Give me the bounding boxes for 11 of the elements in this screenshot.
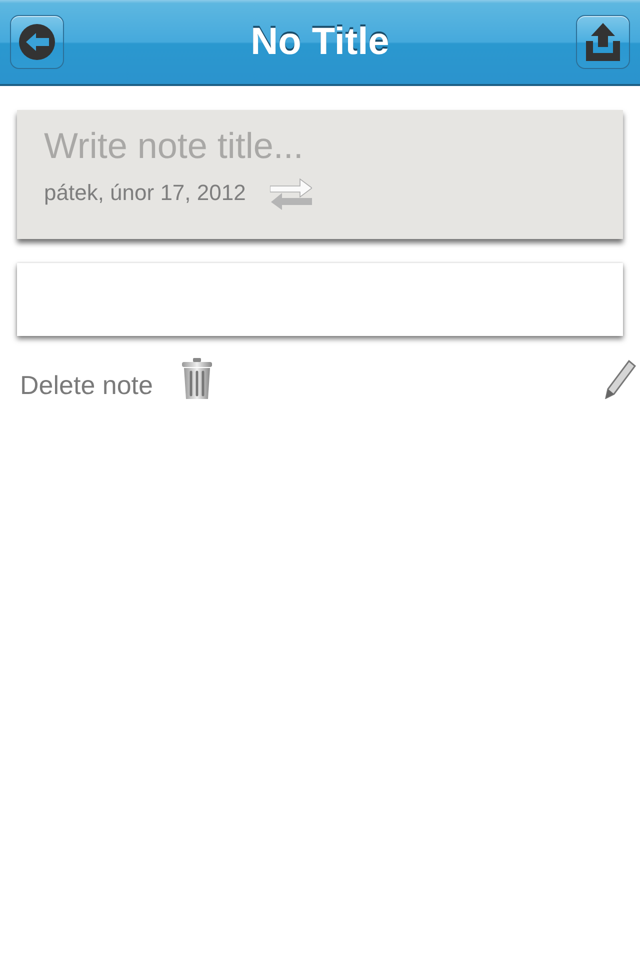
note-date: pátek, únor 17, 2012: [44, 180, 246, 206]
trash-icon[interactable]: [180, 358, 213, 400]
back-button[interactable]: [10, 15, 64, 69]
title-field[interactable]: Write note title...: [44, 124, 596, 168]
share-icon: [584, 23, 622, 61]
share-button[interactable]: [576, 15, 630, 69]
delete-note-link[interactable]: Delete note: [20, 370, 153, 401]
pencil-icon[interactable]: [605, 358, 637, 398]
note-body-field[interactable]: [17, 263, 623, 336]
title-card[interactable]: Write note title... pátek, únor 17, 2012: [17, 110, 623, 239]
window-title: No Title: [250, 20, 390, 64]
